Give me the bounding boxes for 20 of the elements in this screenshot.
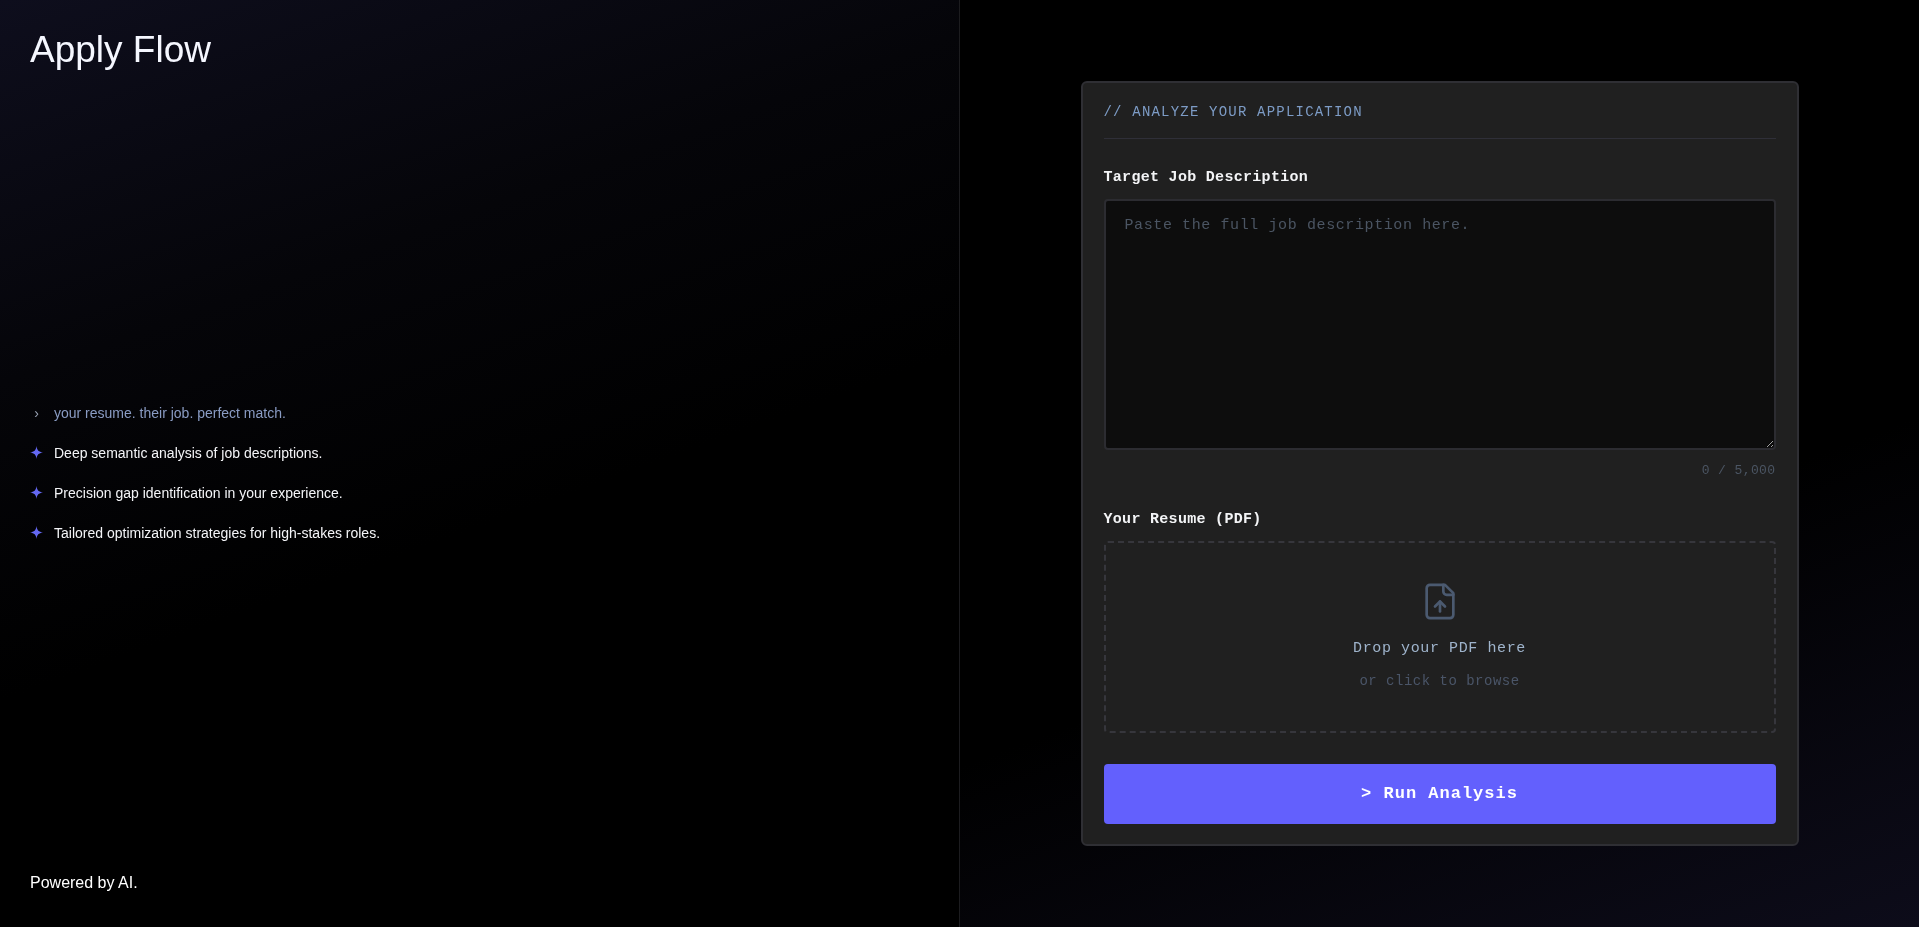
character-counter: 0 / 5,000: [1701, 462, 1776, 480]
footer-text: Powered by AI.: [30, 873, 138, 893]
drop-hint: or click to browse: [1359, 672, 1520, 691]
sparkle-icon: [30, 526, 43, 539]
field-label: Your Resume (PDF): [1103, 510, 1262, 530]
field-label: Target Job Description: [1103, 168, 1309, 188]
app-title: Apply Flow: [30, 28, 211, 72]
prompt-symbol: ›: [34, 403, 39, 423]
file-upload-icon: [1424, 583, 1455, 620]
sparkle-icon: [30, 486, 43, 499]
feature-text: Precision gap identification in your experience.: [54, 483, 343, 503]
file-drop-zone[interactable]: Drop your PDF here or click to browse: [1103, 541, 1776, 733]
drop-title: Drop your PDF here: [1353, 639, 1526, 659]
sparkle-icon: [30, 446, 43, 459]
feature-text: Deep semantic analysis of job descriptions.: [54, 443, 323, 463]
feature-text: Tailored optimization strategies for high-stakes roles.: [54, 523, 381, 543]
form-heading: // ANALYZE YOUR APPLICATION: [1103, 103, 1364, 122]
run-analysis-button[interactable]: > Run Analysis: [1103, 764, 1776, 824]
job-description-field[interactable]: Paste the full job description here.: [1103, 199, 1776, 450]
tagline: your resume. their job. perfect match.: [54, 403, 286, 423]
